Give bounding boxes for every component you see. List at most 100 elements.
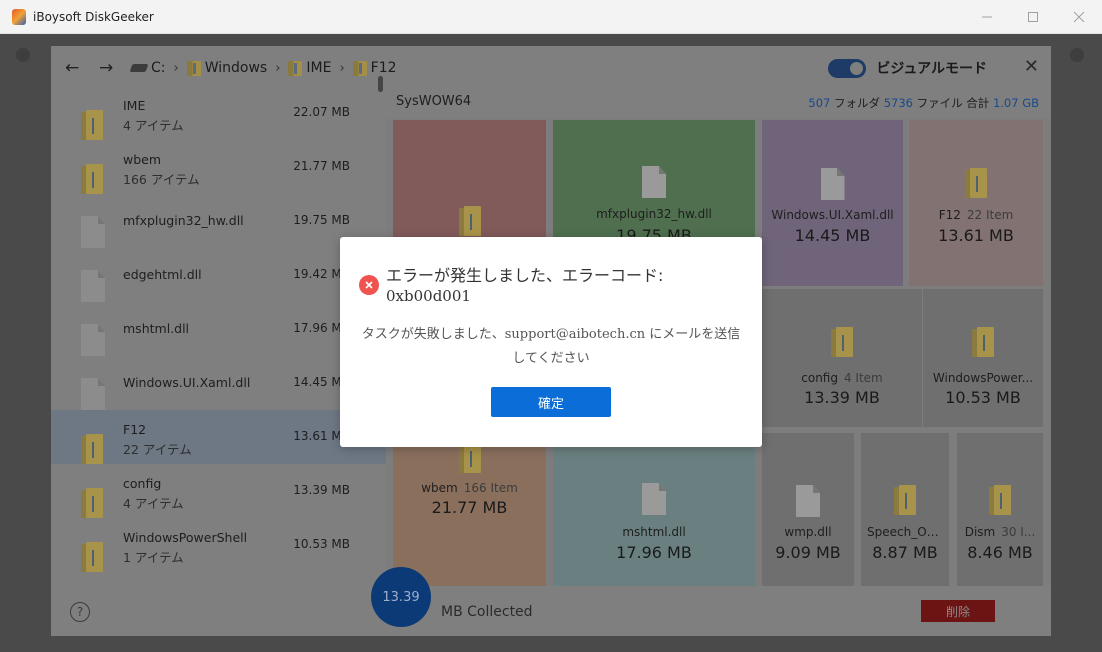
maximize-button[interactable] bbox=[1010, 0, 1056, 34]
help-button[interactable]: ? bbox=[70, 602, 90, 622]
current-folder-name: SysWOW64 bbox=[396, 94, 472, 109]
app-logo-icon bbox=[12, 8, 26, 25]
treemap-tile-size: 13.61 MB bbox=[938, 226, 1014, 245]
list-item[interactable]: Windows.UI.Xaml.dll 14.45 MB bbox=[51, 356, 386, 410]
treemap-tile[interactable]: Dism 30 I... 8.46 MB bbox=[957, 433, 1043, 586]
treemap-tile-name: mshtml.dll bbox=[553, 525, 755, 539]
list-item[interactable]: mshtml.dll 17.96 MB bbox=[51, 302, 386, 356]
total-size: 1.07 GB bbox=[992, 96, 1039, 110]
folder-icon bbox=[458, 206, 481, 236]
list-item[interactable]: mfxplugin32_hw.dll 19.75 MB bbox=[51, 194, 386, 248]
delete-button[interactable]: 削除 bbox=[921, 600, 995, 622]
error-icon bbox=[359, 275, 379, 295]
close-window-button[interactable] bbox=[1056, 0, 1102, 34]
list-item-size: 21.77 MB bbox=[293, 159, 350, 173]
list-item-name: F12 bbox=[123, 422, 147, 437]
treemap-tile-name: Windows.UI.Xaml.dll bbox=[762, 208, 903, 222]
treemap-tile[interactable]: wmp.dll 9.09 MB bbox=[762, 433, 854, 586]
file-count-label: ファイル bbox=[916, 96, 963, 110]
breadcrumb-item[interactable]: F12 bbox=[352, 60, 397, 76]
treemap-tile[interactable]: WindowsPower... 10.53 MB bbox=[923, 289, 1043, 427]
treemap-tile-size: 14.45 MB bbox=[794, 226, 871, 245]
tile-name-text: wbem bbox=[421, 481, 458, 495]
list-scrollbar[interactable] bbox=[378, 76, 383, 92]
breadcrumb-label: C: bbox=[151, 60, 166, 76]
tile-item-count: 30 I... bbox=[1001, 525, 1036, 539]
back-button[interactable]: ← bbox=[65, 58, 85, 78]
folder-icon bbox=[831, 327, 853, 357]
list-item-name: wbem bbox=[123, 152, 162, 167]
breadcrumb-item[interactable]: C: bbox=[129, 60, 166, 76]
list-item-name: WindowsPowerShell bbox=[123, 530, 248, 545]
treemap-tile-size: 17.96 MB bbox=[616, 543, 692, 562]
error-code: 0xb00d001 bbox=[386, 287, 471, 305]
total-label: 合計 bbox=[966, 96, 990, 110]
breadcrumb-separator: › bbox=[339, 60, 345, 76]
treemap-tile-name: WindowsPower... bbox=[923, 371, 1043, 385]
list-item[interactable]: wbem 166 アイテム 21.77 MB bbox=[51, 140, 386, 194]
tile-name-text: mshtml.dll bbox=[622, 525, 686, 539]
breadcrumb: C: › Windows › IME › F12 bbox=[129, 60, 397, 76]
treemap-tile-size: 10.53 MB bbox=[945, 388, 1021, 407]
list-item[interactable]: config 4 アイテム 13.39 MB bbox=[51, 464, 386, 518]
list-item[interactable]: IME 4 アイテム 22.07 MB bbox=[51, 86, 386, 140]
tile-name-text: Speech_On... bbox=[867, 525, 946, 539]
tile-item-count: 4 Item bbox=[843, 371, 883, 385]
breadcrumb-separator: › bbox=[275, 60, 281, 76]
treemap-tile[interactable]: Speech_On... 8.87 MB bbox=[861, 433, 949, 586]
list-item[interactable]: edgehtml.dll 19.42 MB bbox=[51, 248, 386, 302]
breadcrumb-label: Windows bbox=[204, 60, 268, 76]
treemap-tile[interactable]: wbem 166 Item 21.77 MB bbox=[393, 433, 546, 586]
treemap-tile[interactable]: mshtml.dll 17.96 MB bbox=[553, 433, 755, 586]
folder-icon bbox=[81, 542, 103, 572]
file-icon bbox=[81, 378, 105, 410]
close-icon bbox=[365, 281, 373, 289]
folder-icon bbox=[965, 168, 987, 198]
backdrop-dot bbox=[1070, 48, 1084, 62]
treemap-tile-name: wbem 166 Item bbox=[393, 481, 546, 495]
treemap-tile[interactable]: F12 22 Item 13.61 MB bbox=[909, 120, 1043, 286]
treemap-tile-name: mfxplugin32_hw.dll bbox=[553, 207, 755, 221]
list-item-name: Windows.UI.Xaml.dll bbox=[123, 375, 251, 390]
tile-name-text: config bbox=[801, 371, 838, 385]
treemap-tile-size: 21.77 MB bbox=[431, 498, 508, 517]
treemap-tile[interactable]: config 4 Item 13.39 MB bbox=[762, 289, 922, 427]
treemap-tile-size: 13.39 MB bbox=[804, 388, 880, 407]
tile-name-text: WindowsPower... bbox=[932, 371, 1034, 385]
minimize-icon bbox=[982, 16, 992, 18]
list-item[interactable]: WindowsPowerShell 1 アイテム 10.53 MB bbox=[51, 518, 386, 572]
error-title-text: エラーが発生しました、エラーコード: bbox=[386, 266, 664, 285]
breadcrumb-item[interactable]: IME bbox=[288, 60, 331, 76]
tile-name-text: Windows.UI.Xaml.dll bbox=[771, 208, 894, 222]
confirm-button[interactable]: 確定 bbox=[491, 387, 611, 417]
tile-name-text: wmp.dll bbox=[784, 525, 832, 539]
folder-icon bbox=[81, 434, 103, 464]
file-icon bbox=[642, 166, 666, 198]
treemap-tile-name: F12 22 Item bbox=[909, 208, 1043, 222]
treemap-tile-size: 9.09 MB bbox=[775, 543, 841, 562]
folder-icon bbox=[972, 327, 994, 357]
folder-icon bbox=[989, 485, 1011, 515]
error-message: タスクが失敗しました、support@aibotech.cn にメールを送信して… bbox=[360, 323, 742, 371]
backdrop-dot bbox=[16, 48, 30, 62]
visual-mode-toggle[interactable] bbox=[828, 58, 867, 78]
list-item-size: 19.75 MB bbox=[293, 213, 350, 227]
treemap-tile[interactable]: Windows.UI.Xaml.dll 14.45 MB bbox=[762, 120, 903, 286]
file-count: 5736 bbox=[883, 96, 913, 110]
folder-count-label: フォルダ bbox=[834, 96, 881, 110]
folder-count: 507 bbox=[808, 96, 831, 110]
minimize-button[interactable] bbox=[964, 0, 1010, 34]
folder-icon bbox=[352, 60, 367, 76]
forward-button[interactable]: → bbox=[99, 58, 119, 78]
toggle-knob bbox=[850, 61, 864, 75]
breadcrumb-item[interactable]: Windows bbox=[186, 60, 268, 76]
treemap-tile-name: wmp.dll bbox=[762, 525, 854, 539]
folder-icon bbox=[458, 443, 481, 473]
tile-item-count: 166 Item bbox=[463, 481, 518, 495]
folder-icon bbox=[288, 60, 303, 76]
list-item[interactable]: F12 22 アイテム 13.61 MB bbox=[51, 410, 386, 464]
close-panel-button[interactable]: ✕ bbox=[1024, 56, 1039, 77]
maximize-icon bbox=[1028, 12, 1038, 22]
list-item-count: 166 アイテム bbox=[123, 172, 200, 187]
folder-icon bbox=[186, 60, 201, 76]
